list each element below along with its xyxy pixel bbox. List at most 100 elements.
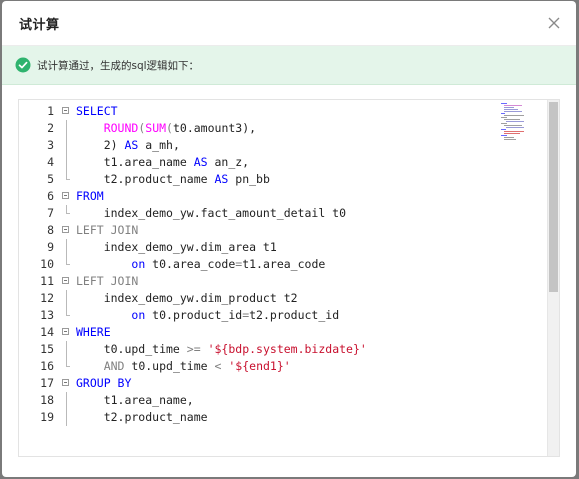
fold-guide — [66, 120, 67, 137]
code-line[interactable]: 9 index_demo_yw.dim_area t1 — [19, 239, 545, 256]
code-text: t0.upd_time >= '${bdp.system.bizdate}' — [76, 341, 367, 358]
line-number: 7 — [47, 206, 54, 220]
code-line[interactable]: 1 SELECT — [19, 103, 545, 120]
token-text: t2.product_id — [249, 308, 340, 322]
code-lines[interactable]: 1 SELECT 2 ROUND(SUM(t0.amount3), 3 2) AS a… — [19, 100, 545, 456]
code-text: t2.product_name AS pn_bb — [76, 171, 270, 188]
token-kw2: LEFT JOIN — [76, 274, 139, 288]
editor-minimap[interactable] — [501, 102, 541, 142]
token-str: '${bdp.system.bizdate}' — [207, 342, 367, 356]
code-line[interactable]: 8 LEFT JOIN — [19, 222, 545, 239]
code-text: WHERE — [76, 324, 111, 341]
code-line[interactable]: 11 LEFT JOIN — [19, 273, 545, 290]
fold-guide — [66, 239, 67, 256]
line-number: 12 — [40, 291, 54, 305]
token-text: t1.area_code — [242, 257, 326, 271]
sql-code-editor[interactable]: 1 SELECT 2 ROUND(SUM(t0.amount3), 3 2) AS a… — [18, 99, 560, 457]
code-line[interactable]: 6 FROM — [19, 188, 545, 205]
code-line[interactable]: 15 t0.upd_time >= '${bdp.system.bizdate}… — [19, 341, 545, 358]
fold-toggle-icon[interactable] — [62, 107, 69, 114]
code-text: index_demo_yw.fact_amount_detail t0 — [76, 205, 346, 222]
token-text: an_z, — [207, 155, 250, 169]
fold-toggle-icon[interactable] — [62, 379, 69, 386]
code-text: LEFT JOIN — [76, 273, 138, 290]
fold-guide — [66, 341, 67, 358]
fold-toggle-icon[interactable] — [62, 277, 69, 284]
line-number: 1 — [47, 104, 54, 118]
line-number: 2 — [47, 121, 54, 135]
token-text: t2.product_name — [76, 410, 208, 424]
fold-guide — [66, 205, 70, 214]
token-text: t1.area_name — [76, 155, 194, 169]
code-text: GROUP BY — [76, 375, 131, 392]
line-number: 5 — [47, 172, 54, 186]
token-op: ( — [166, 121, 173, 135]
fold-toggle-icon[interactable] — [62, 328, 69, 335]
token-kw: FROM — [76, 189, 104, 203]
line-number: 4 — [47, 155, 54, 169]
code-text: ROUND(SUM(t0.amount3), — [76, 120, 256, 137]
token-kw: SELECT — [76, 104, 118, 118]
code-text: SELECT — [76, 103, 118, 120]
code-text: FROM — [76, 188, 104, 205]
editor-vertical-scrollbar[interactable] — [547, 100, 559, 456]
fold-guide — [66, 256, 70, 265]
token-kw: on — [131, 257, 146, 271]
code-line[interactable]: 14 WHERE — [19, 324, 545, 341]
close-icon[interactable] — [546, 15, 562, 31]
code-line[interactable]: 12 index_demo_yw.dim_product t2 — [19, 290, 545, 307]
token-kw: AS — [124, 138, 139, 152]
code-line[interactable]: 19 t2.product_name — [19, 409, 545, 426]
code-line[interactable]: 17 GROUP BY — [19, 375, 545, 392]
code-line[interactable]: 7 index_demo_yw.fact_amount_detail t0 — [19, 205, 545, 222]
fold-guide — [66, 358, 70, 367]
token-kw2: AND — [103, 359, 125, 373]
token-text: 2) — [76, 138, 125, 152]
token-text: t0.product_id — [145, 308, 243, 322]
code-line[interactable]: 18 t1.area_name, — [19, 392, 545, 409]
token-kw: on — [131, 308, 146, 322]
code-text: LEFT JOIN — [76, 222, 138, 239]
line-number: 16 — [40, 359, 54, 373]
code-text: 2) AS a_mh, — [76, 137, 180, 154]
sql-preview-dialog: 试计算 试计算通过，生成的sql逻辑如下： 1 SELECT 2 ROUND (SUM… — [2, 1, 576, 477]
token-kw: WHERE — [76, 325, 111, 339]
code-line[interactable]: 2 ROUND(SUM(t0.amount3), — [19, 120, 545, 137]
line-number: 13 — [40, 308, 54, 322]
token-str: '${end1}' — [228, 359, 291, 373]
token-text: t0.area_code — [145, 257, 236, 271]
code-text: AND t0.upd_time < '${end1}' — [76, 358, 291, 375]
fold-guide — [66, 171, 70, 180]
line-number: 14 — [40, 325, 54, 339]
token-kw2: LEFT JOIN — [76, 223, 139, 237]
token-text: pn_bb — [228, 172, 270, 186]
fold-toggle-icon[interactable] — [62, 192, 69, 199]
code-text: index_demo_yw.dim_product t2 — [76, 290, 298, 307]
fold-guide — [66, 154, 67, 171]
code-text: index_demo_yw.dim_area t1 — [76, 239, 277, 256]
token-text: t0.upd_time — [124, 359, 215, 373]
fold-toggle-icon[interactable] — [62, 226, 69, 233]
code-line[interactable]: 5 t2.product_name AS pn_bb — [19, 171, 545, 188]
token-kw: AS — [193, 155, 208, 169]
token-kw: AS — [214, 172, 229, 186]
line-number: 11 — [40, 274, 54, 288]
code-line[interactable]: 10 on t0.area_code=t1.area_code — [19, 256, 545, 273]
token-fn: SUM — [145, 121, 167, 135]
code-text: t1.area_name AS an_z, — [76, 154, 249, 171]
line-number: 8 — [47, 223, 54, 237]
scrollbar-thumb[interactable] — [549, 102, 558, 292]
token-text: t1.area_name, — [76, 393, 194, 407]
line-number: 19 — [40, 410, 54, 424]
check-circle-icon — [15, 57, 31, 73]
code-line[interactable]: 3 2) AS a_mh, — [19, 137, 545, 154]
code-line[interactable]: 13 on t0.product_id=t2.product_id — [19, 307, 545, 324]
code-line[interactable]: 16 AND t0.upd_time < '${end1}' — [19, 358, 545, 375]
line-number: 3 — [47, 138, 54, 152]
code-line[interactable]: 4 t1.area_name AS an_z, — [19, 154, 545, 171]
